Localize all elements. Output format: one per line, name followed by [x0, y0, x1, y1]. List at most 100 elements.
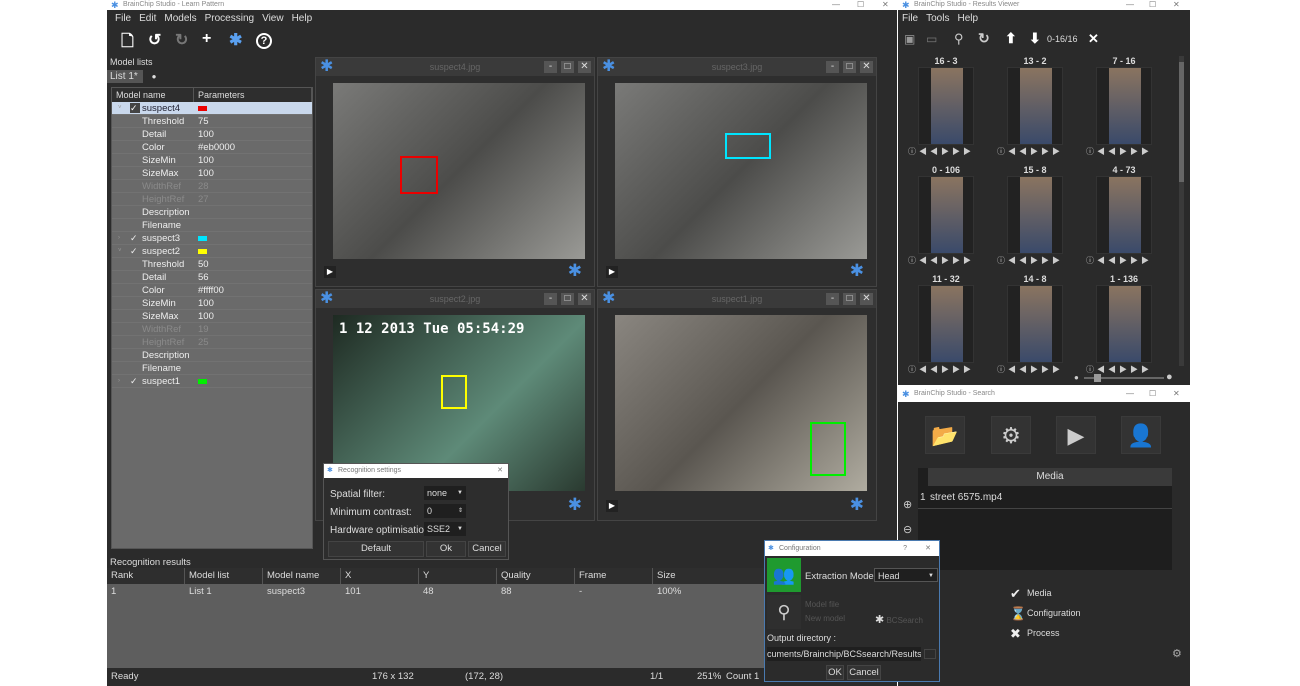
result-thumbnail[interactable] [1007, 176, 1063, 254]
collapse-icon[interactable]: ˅ [118, 245, 122, 258]
extraction-mode-select[interactable]: Head ▼ [874, 568, 938, 582]
minimize-button[interactable]: - [544, 293, 557, 305]
output-dir-input[interactable]: cuments/Brainchip/BCSsearch/Results/ [767, 647, 921, 661]
ok-button[interactable]: OK [826, 665, 844, 680]
col-quality[interactable]: Quality [497, 568, 575, 584]
clear-icon[interactable]: ✕ [1088, 31, 1099, 47]
thumb-controls[interactable]: ⓘ◀◀▶▶▶ [908, 146, 974, 157]
collapse-icon[interactable]: ˅ [118, 102, 122, 115]
result-thumbnail[interactable] [918, 67, 974, 145]
refresh-icon[interactable]: ↻ [978, 30, 990, 47]
minimize-button[interactable]: — [1126, 0, 1134, 10]
param-row[interactable]: Color #ffff00 [112, 284, 312, 297]
person-search-button[interactable]: 👤 [1121, 416, 1161, 454]
expand-icon[interactable]: › [118, 375, 120, 388]
menu-help[interactable]: Help [957, 13, 978, 24]
thumb-controls[interactable]: ⓘ◀◀▶▶▶ [1086, 255, 1152, 266]
add-list-button[interactable]: ● [145, 70, 163, 83]
minimize-button[interactable]: — [832, 0, 840, 10]
tab-list-1[interactable]: List 1* [107, 70, 143, 83]
help-button[interactable]: ? [903, 541, 907, 556]
head-mode-button[interactable]: 👥 [767, 558, 801, 592]
close-button[interactable]: ✕ [578, 61, 591, 73]
play-button[interactable]: ▶ [1056, 416, 1096, 454]
cancel-button[interactable]: Cancel [847, 665, 881, 680]
menu-models[interactable]: Models [164, 13, 196, 24]
brainchip-icon[interactable]: ✱ [568, 261, 582, 281]
media-row[interactable]: 1 street 6575.mp4 [918, 487, 1172, 509]
col-x[interactable]: X [341, 568, 419, 584]
close-button[interactable]: ✕ [860, 61, 873, 73]
param-row[interactable]: HeightRef 25 [112, 336, 312, 349]
add-media-icon[interactable]: ⊕ [903, 498, 912, 511]
spatial-filter-select[interactable]: none ▼ [424, 486, 466, 500]
close-button[interactable]: ✕ [578, 293, 591, 305]
default-button[interactable]: Default [328, 541, 424, 557]
redo-icon[interactable]: ↻ [175, 30, 188, 50]
search-mode-button[interactable]: ⚲ [767, 595, 801, 629]
thumb-controls[interactable]: ⓘ◀◀▶▶▶ [997, 255, 1063, 266]
brainchip-icon[interactable]: ✱ [568, 495, 582, 515]
menu-tools[interactable]: Tools [926, 13, 949, 24]
maximize-button[interactable]: ☐ [1149, 386, 1156, 402]
result-thumbnail[interactable] [1007, 67, 1063, 145]
param-row[interactable]: Detail 100 [112, 128, 312, 141]
close-button[interactable]: ✕ [497, 464, 503, 478]
param-row[interactable]: WidthRef 28 [112, 180, 312, 193]
video-frame[interactable] [333, 83, 585, 259]
param-row[interactable]: Filename [112, 362, 312, 375]
thumb-controls[interactable]: ⓘ◀◀▶▶▶ [1086, 146, 1152, 157]
search-icon[interactable]: ⚲ [954, 31, 964, 47]
arrow-down-icon[interactable]: ⬇ [1029, 30, 1041, 47]
settings-icon[interactable]: ⚙ [1172, 647, 1182, 660]
model-checkbox[interactable]: ✓ [130, 103, 140, 113]
param-row[interactable]: SizeMin 100 [112, 297, 312, 310]
undo-icon[interactable]: ↺ [148, 30, 161, 50]
cancel-button[interactable]: Cancel [468, 541, 506, 557]
minimize-button[interactable]: - [544, 61, 557, 73]
hw-opt-select[interactable]: SSE2 ▼ [424, 522, 466, 536]
new-file-icon[interactable]: 🗋 [121, 30, 134, 57]
maximize-button[interactable]: ☐ [857, 0, 864, 10]
maximize-button[interactable]: □ [843, 293, 856, 305]
arrow-up-icon[interactable]: ⬆ [1005, 30, 1017, 47]
minimize-button[interactable]: — [1126, 386, 1134, 402]
param-row[interactable]: Description [112, 206, 312, 219]
size-slider[interactable] [1084, 374, 1164, 382]
menu-edit[interactable]: Edit [139, 13, 156, 24]
param-row[interactable]: Detail 56 [112, 271, 312, 284]
menu-help[interactable]: Help [292, 13, 313, 24]
param-row[interactable]: WidthRef 19 [112, 323, 312, 336]
add-icon[interactable]: + [202, 30, 211, 48]
open-media-button[interactable]: 📂 [925, 416, 965, 454]
menu-view[interactable]: View [262, 13, 284, 24]
close-button[interactable]: ✕ [1173, 0, 1180, 10]
param-row[interactable]: Color #eb0000 [112, 141, 312, 154]
maximize-button[interactable]: □ [843, 61, 856, 73]
model-row-suspect2[interactable]: ˅ ✓ suspect2 [112, 245, 312, 258]
maximize-button[interactable]: □ [561, 61, 574, 73]
browse-button[interactable] [924, 649, 936, 659]
model-row-suspect4[interactable]: ˅ ✓ suspect4 [112, 102, 312, 115]
thumb-controls[interactable]: ⓘ◀◀▶▶▶ [908, 255, 974, 266]
col-frame[interactable]: Frame [575, 568, 653, 584]
param-row[interactable]: SizeMax 100 [112, 310, 312, 323]
param-row[interactable]: Threshold 50 [112, 258, 312, 271]
play-button[interactable]: ▶ [606, 266, 618, 278]
model-row-suspect1[interactable]: › ✓ suspect1 [112, 375, 312, 388]
brainchip-icon[interactable]: ✱ [850, 495, 864, 515]
close-button[interactable]: ✕ [860, 293, 873, 305]
close-button[interactable]: ✕ [1173, 386, 1180, 402]
menu-processing[interactable]: Processing [205, 13, 254, 24]
play-button[interactable]: ▶ [324, 266, 336, 278]
settings-button[interactable]: ⚙ [991, 416, 1031, 454]
thumb-controls[interactable]: ⓘ◀◀▶▶▶ [908, 364, 974, 375]
col-rank[interactable]: Rank [107, 568, 185, 584]
menu-file[interactable]: File [902, 13, 918, 24]
model-checkbox[interactable]: ✓ [130, 376, 140, 386]
param-row[interactable]: SizeMin 100 [112, 154, 312, 167]
help-icon[interactable]: ? [256, 33, 272, 49]
menu-file[interactable]: File [115, 13, 131, 24]
minimize-button[interactable]: - [826, 293, 839, 305]
result-thumbnail[interactable] [1096, 67, 1152, 145]
